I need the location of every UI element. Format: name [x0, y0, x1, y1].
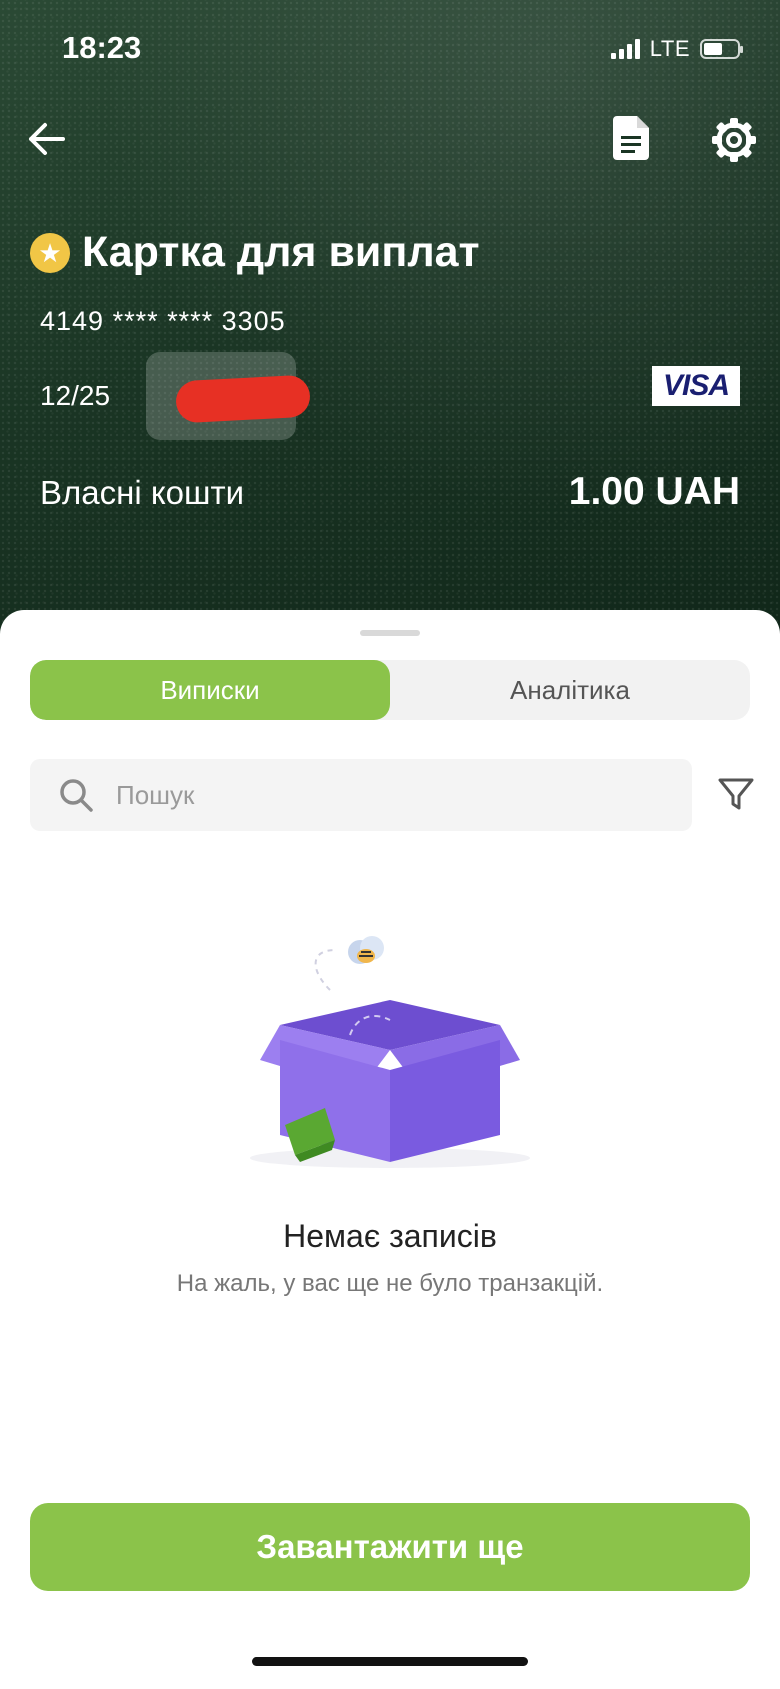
settings-button[interactable] [704, 110, 764, 170]
empty-state-subtitle: На жаль, у вас ще не було транзакцій. [176, 1270, 604, 1297]
empty-box-illustration [250, 936, 530, 1168]
search-input[interactable] [114, 778, 638, 812]
tab-statements[interactable]: Виписки [30, 660, 390, 720]
tab-analytics[interactable]: Аналітика [390, 660, 750, 720]
network-type: LTE [649, 36, 690, 61]
status-time: 18:23 [62, 30, 142, 65]
card-title: Картка для виплат [82, 228, 480, 276]
empty-state-title: Немає записів [283, 1218, 497, 1254]
search-bar [30, 759, 692, 831]
status-indicators: LTE [610, 36, 743, 62]
bottom-sheet: Виписки Аналітика Немає записів На жаль,… [0, 610, 780, 1689]
balance-value: 1.00 UAH [568, 470, 740, 513]
gear-icon [712, 118, 756, 162]
search-icon [60, 779, 93, 812]
load-more-button[interactable]: Завантажити ще [30, 1503, 750, 1591]
document-icon [613, 116, 649, 160]
tab-switcher: Виписки Аналітика [30, 660, 750, 720]
sheet-handle[interactable] [360, 630, 420, 636]
card-title-row: ★ Картка для виплат [30, 228, 480, 277]
star-icon: ★ [30, 232, 70, 273]
card-expiry: 12/25 [40, 380, 111, 411]
balance-label: Власні кошти [40, 474, 245, 511]
signal-icon [610, 39, 640, 59]
back-button[interactable] [22, 114, 72, 164]
battery-icon [700, 39, 743, 59]
statement-button[interactable] [604, 110, 658, 166]
redaction-mark [174, 374, 312, 424]
home-indicator [252, 1657, 528, 1666]
card-header: 18:23 LTE ★ Картка для виплат 4149 **** … [0, 0, 780, 660]
card-number: 4149 **** **** 3305 [40, 306, 286, 336]
arrow-left-icon [29, 123, 65, 155]
visa-logo-text: VISA [662, 369, 730, 402]
visa-logo: VISA [652, 366, 740, 406]
filter-icon[interactable] [716, 774, 756, 814]
